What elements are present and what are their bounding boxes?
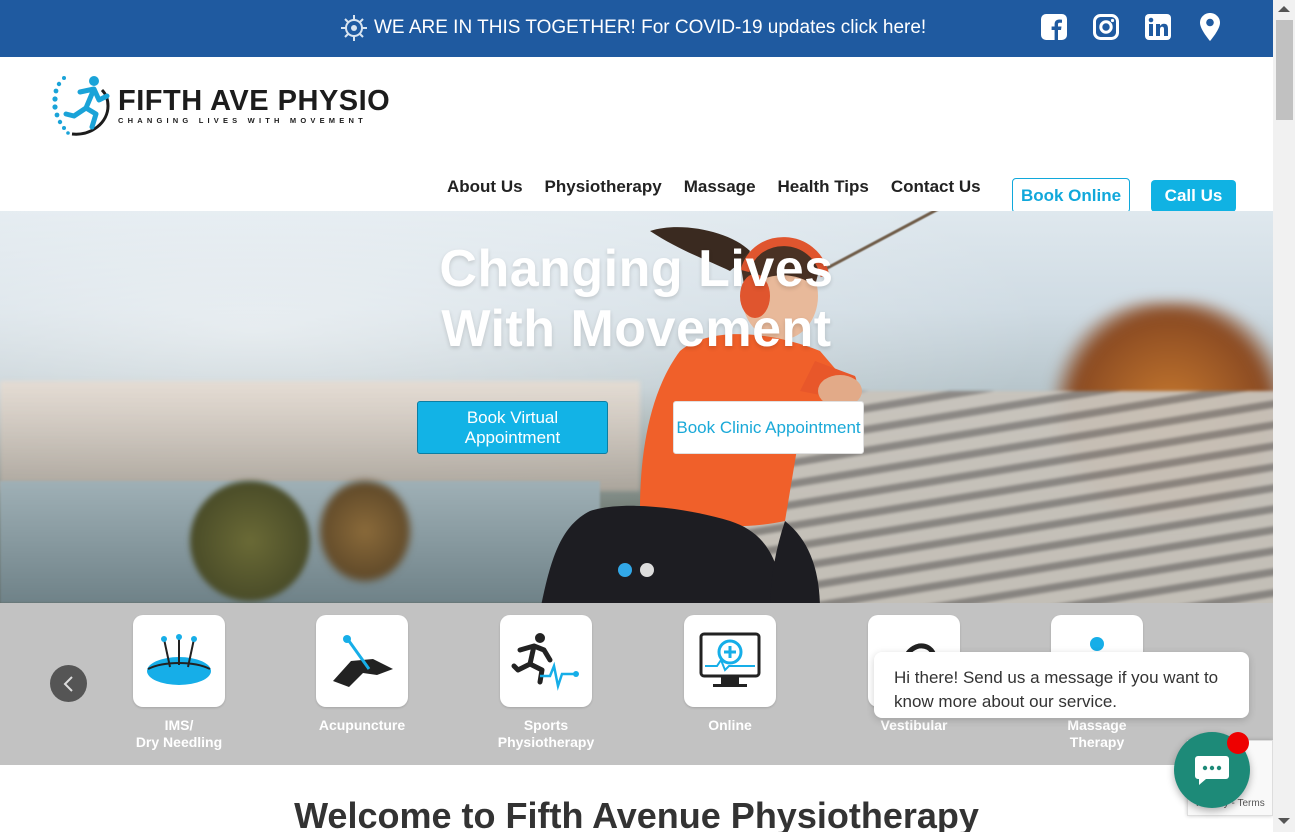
covid-updates-link[interactable]: WE ARE IN THIS TOGETHER! For COVID-19 up… bbox=[340, 14, 926, 42]
chat-greeting-bubble[interactable]: Hi there! Send us a message if you want … bbox=[874, 652, 1249, 718]
hero-title-line1: Changing Lives bbox=[439, 240, 834, 298]
slider-dot-1[interactable] bbox=[618, 563, 632, 577]
service-icon-box bbox=[500, 615, 592, 707]
nav-contact-us[interactable]: Contact Us bbox=[891, 177, 981, 197]
service-icon-box bbox=[316, 615, 408, 707]
nav-health-tips[interactable]: Health Tips bbox=[778, 177, 869, 197]
facebook-icon[interactable] bbox=[1041, 13, 1067, 41]
book-virtual-appointment-button[interactable]: Book Virtual Appointment bbox=[417, 401, 608, 454]
covid-updates-text: WE ARE IN THIS TOGETHER! For COVID-19 up… bbox=[374, 17, 927, 38]
service-label-line1: Vestibular bbox=[880, 717, 948, 733]
hero-tree bbox=[190, 481, 310, 601]
main-nav: About Us Physiotherapy Massage Health Ti… bbox=[447, 177, 1003, 197]
slider-dot-2[interactable] bbox=[640, 563, 654, 577]
service-label-line2: Therapy bbox=[1069, 734, 1125, 750]
hero-title-line2: With Movement bbox=[441, 300, 832, 358]
scrollbar-thumb[interactable] bbox=[1276, 20, 1293, 120]
site-logo[interactable]: FIFTH AVE PHYSIO CHANGING LIVES WITH MOV… bbox=[50, 72, 390, 138]
service-label-line1: IMS/ bbox=[164, 717, 194, 733]
runner-heartbeat-icon bbox=[511, 633, 579, 691]
service-label-line2: Dry Needling bbox=[135, 734, 223, 750]
page-scrollbar[interactable] bbox=[1273, 0, 1295, 832]
hero-tree bbox=[320, 481, 410, 581]
service-label-line1: Massage bbox=[1067, 717, 1127, 733]
service-label-line1: Online bbox=[708, 717, 752, 733]
service-icon-box bbox=[133, 615, 225, 707]
service-label-line1: Sports bbox=[523, 717, 569, 733]
page: WE ARE IN THIS TOGETHER! For COVID-19 up… bbox=[0, 0, 1295, 832]
carousel-prev-button[interactable] bbox=[50, 665, 87, 702]
service-sports-physiotherapy[interactable]: Sports Physiotherapy bbox=[486, 615, 606, 751]
scroll-up-arrow[interactable] bbox=[1278, 6, 1290, 12]
nav-massage[interactable]: Massage bbox=[684, 177, 756, 197]
call-us-button[interactable]: Call Us bbox=[1151, 180, 1236, 212]
welcome-heading: Welcome to Fifth Avenue Physiotherapy bbox=[294, 795, 979, 832]
service-label-line2: Physiotherapy bbox=[497, 734, 595, 750]
chat-notification-badge bbox=[1227, 732, 1249, 754]
linkedin-icon[interactable] bbox=[1145, 13, 1171, 41]
instagram-icon[interactable] bbox=[1093, 13, 1119, 41]
chat-icon bbox=[1195, 756, 1229, 785]
service-ims-dry-needling[interactable]: IMS/ Dry Needling bbox=[119, 615, 239, 751]
scroll-down-arrow[interactable] bbox=[1278, 818, 1290, 824]
service-acupuncture[interactable]: Acupuncture bbox=[302, 615, 422, 734]
service-icon-box bbox=[684, 615, 776, 707]
social-links bbox=[1041, 13, 1223, 41]
logo-title: FIFTH AVE PHYSIO bbox=[118, 84, 391, 117]
logo-tagline: CHANGING LIVES WITH MOVEMENT bbox=[118, 115, 367, 125]
service-label-line1: Acupuncture bbox=[318, 717, 406, 733]
hero-title: Changing Lives With Movement bbox=[0, 239, 1273, 359]
acupuncture-hand-icon bbox=[333, 635, 393, 687]
slider-dots bbox=[618, 563, 654, 577]
nav-about-us[interactable]: About Us bbox=[447, 177, 523, 197]
service-online[interactable]: Online bbox=[670, 615, 790, 734]
needles-icon bbox=[147, 634, 211, 685]
site-header: FIFTH AVE PHYSIO CHANGING LIVES WITH MOV… bbox=[0, 57, 1273, 213]
book-online-button[interactable]: Book Online bbox=[1012, 178, 1130, 213]
book-clinic-appointment-button[interactable]: Book Clinic Appointment bbox=[673, 401, 864, 454]
nav-physiotherapy[interactable]: Physiotherapy bbox=[545, 177, 662, 197]
location-pin-icon[interactable] bbox=[1197, 13, 1223, 41]
virus-icon bbox=[341, 15, 367, 41]
logo-wordmark: FIFTH AVE PHYSIO CHANGING LIVES WITH MOV… bbox=[118, 86, 390, 125]
chevron-left-icon bbox=[63, 675, 73, 692]
hero-slider: Changing Lives With Movement Book Virtua… bbox=[0, 211, 1273, 603]
top-announcement-bar: WE ARE IN THIS TOGETHER! For COVID-19 up… bbox=[0, 0, 1273, 57]
monitor-medical-icon bbox=[699, 632, 761, 687]
runner-logo-icon bbox=[52, 76, 110, 136]
